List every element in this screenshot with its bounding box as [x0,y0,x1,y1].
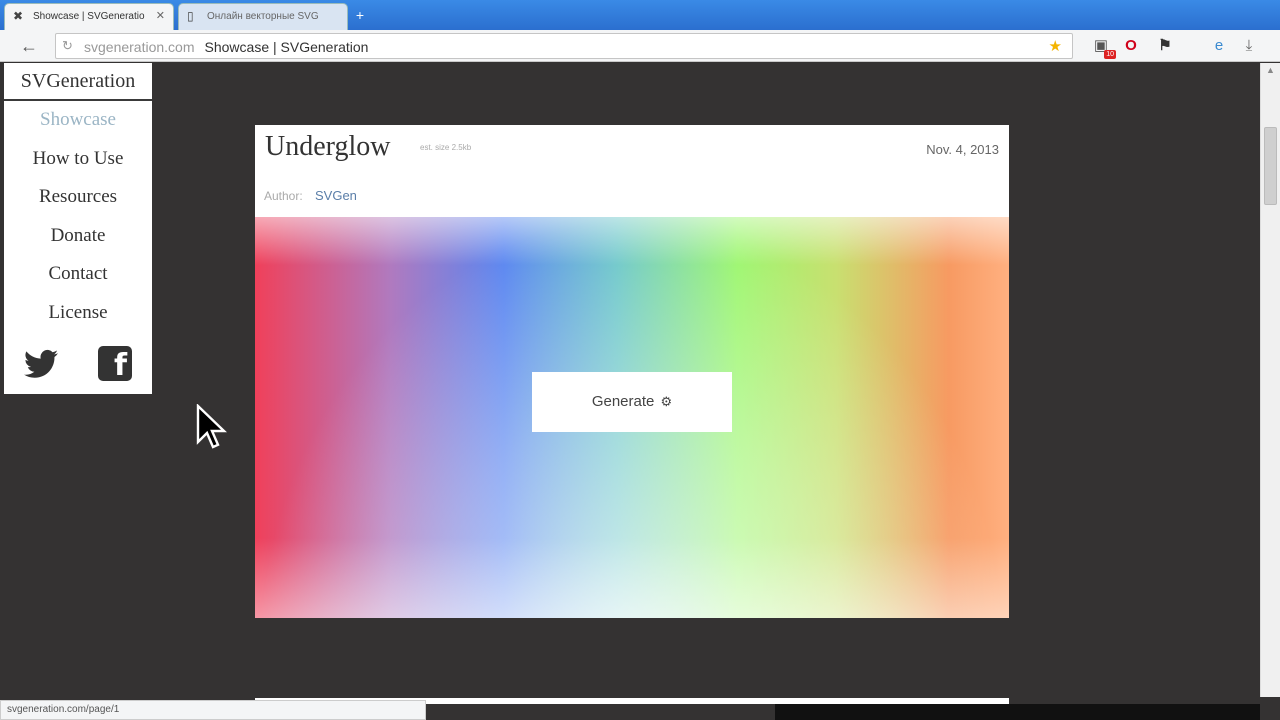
generate-label: Generate [591,393,655,410]
opera-icon[interactable]: O [1120,35,1142,57]
status-bar: svgeneration.com/page/1 [0,700,426,720]
facebook-icon[interactable]: f [98,346,132,381]
reload-icon[interactable]: ↻ [62,38,73,54]
pin-icon[interactable]: ⚑ [1154,35,1176,57]
svg-preview: Generate ⚙ [255,217,1009,618]
tab-strip: ✖ Showcase | SVGeneratio ✕ ▯ Онлайн вект… [0,0,1280,30]
close-tab-icon[interactable]: ✕ [156,4,165,29]
tab-showcase[interactable]: ✖ Showcase | SVGeneratio ✕ [4,3,174,30]
nav-item-donate[interactable]: Donate [4,217,152,256]
site-title[interactable]: SVGeneration [4,63,152,101]
url-text: svgeneration.com Showcase | SVGeneration [84,39,368,55]
social-links: f [4,343,152,383]
nav-item-license[interactable]: License [4,294,152,333]
back-button[interactable]: ← [18,35,40,57]
card-size: est. size 2.5kb [420,143,472,152]
status-url: svgeneration.com/page/1 [7,704,120,715]
url-page-title: Showcase | SVGeneration [204,39,369,55]
svgeneration-favicon-icon: ✖ [13,9,24,23]
tab-title: Онлайн векторные SVG [207,11,319,22]
tab-title: Showcase | SVGeneratio [33,11,145,22]
site-sidebar: SVGeneration Showcase How to Use Resourc… [4,63,152,394]
gears-icon: ⚙ [660,394,673,409]
nav-item-how-to-use[interactable]: How to Use [4,140,152,179]
address-bar[interactable]: ↻ svgeneration.com Showcase | SVGeneratio… [55,33,1073,59]
card-title[interactable]: Underglow [265,131,390,163]
svg-extension-icon[interactable]: ▣ 10 [1090,35,1116,59]
url-domain: svgeneration.com [84,39,195,55]
page-icon: ▯ [187,9,194,23]
browser-toolbar: ← ↻ svgeneration.com Showcase | SVGenerat… [0,30,1280,62]
tab-svg-online[interactable]: ▯ Онлайн векторные SVG [178,3,348,30]
download-icon[interactable]: ⤓ [1238,35,1260,57]
showcase-card: Underglow est. size 2.5kb Nov. 4, 2013 A… [255,125,1009,618]
nav-item-showcase[interactable]: Showcase [4,101,152,140]
bookmark-star-icon[interactable]: ★ [1049,37,1062,55]
extension-badge: 10 [1104,50,1116,59]
new-tab-button[interactable]: + [352,7,368,23]
bottom-dark-strip [775,704,1260,720]
card-date: Nov. 4, 2013 [926,142,999,157]
nav-item-resources[interactable]: Resources [4,178,152,217]
scroll-up-icon[interactable]: ▲ [1266,65,1275,75]
nav-item-contact[interactable]: Contact [4,255,152,294]
generate-button[interactable]: Generate ⚙ [532,372,732,432]
ie-icon[interactable]: e [1208,35,1230,57]
page-scrollbar[interactable]: ▲ [1260,63,1280,697]
scroll-thumb[interactable] [1264,127,1277,205]
mouse-cursor-icon [196,404,227,449]
author-label: Author: [264,189,303,203]
author-link[interactable]: SVGen [315,188,357,203]
twitter-icon[interactable] [24,349,58,379]
